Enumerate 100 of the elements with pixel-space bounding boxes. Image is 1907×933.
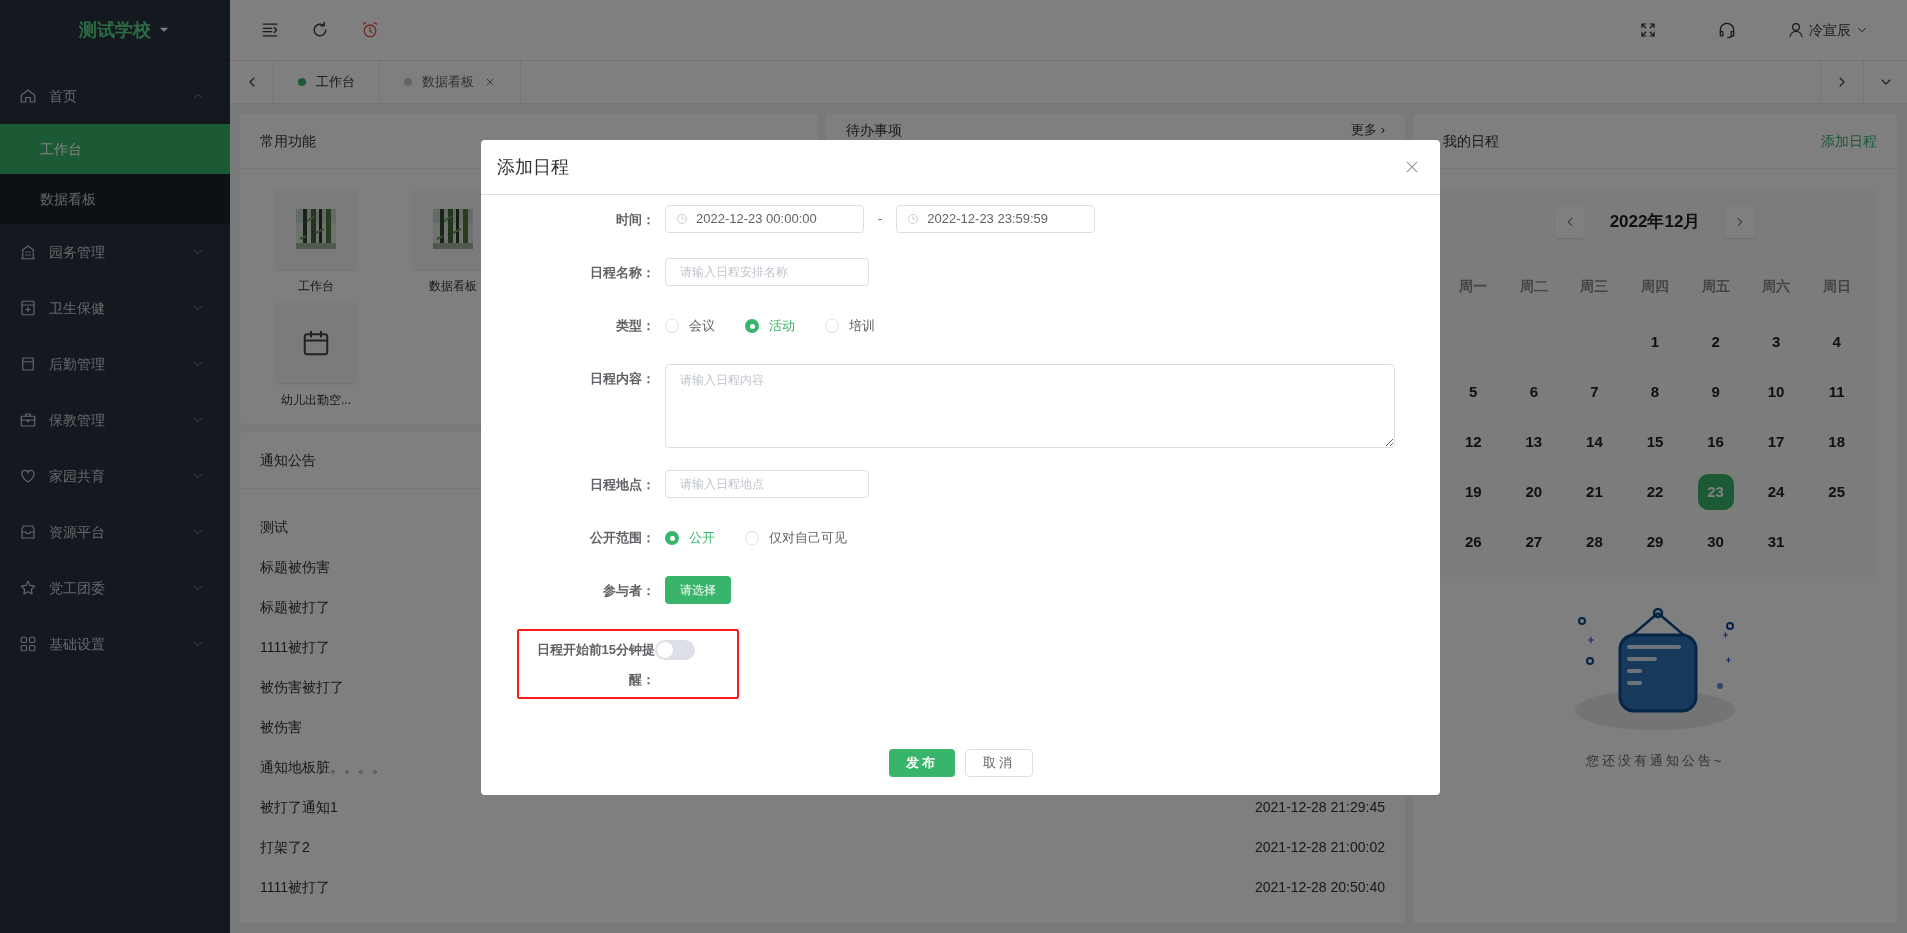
close-icon[interactable] xyxy=(1404,159,1420,175)
field-label: 日程开始前15分钟提醒： xyxy=(535,641,655,689)
menu-item[interactable]: 园务管理 xyxy=(0,224,230,280)
select-button[interactable]: 请选择 xyxy=(665,576,731,604)
menu-item[interactable]: 家园共育 xyxy=(0,448,230,504)
logo-text: 测试学校 xyxy=(79,18,151,42)
textarea-field[interactable]: 请输入日程内容 xyxy=(665,364,1395,448)
field-label: 日程地点： xyxy=(589,476,655,494)
date-field[interactable]: 2022-12-23 00:00:00 xyxy=(665,205,864,233)
radio-option[interactable]: 培训 xyxy=(825,316,875,336)
text-input[interactable]: 请输入日程地点 xyxy=(665,470,869,498)
calendar-day[interactable]: 17 xyxy=(1758,424,1795,460)
calendar-day[interactable]: 29 xyxy=(1637,524,1673,560)
date-field[interactable]: 2022-12-23 23:59:59 xyxy=(896,205,1096,233)
notice-title[interactable]: 标题被伤害 xyxy=(260,556,330,578)
tab[interactable]: 数据看板 xyxy=(380,61,521,103)
field-label: 类型： xyxy=(615,317,655,335)
calendar-day[interactable]: 8 xyxy=(1637,374,1673,410)
calendar-day[interactable]: 6 xyxy=(1515,374,1552,410)
shortcut-tile[interactable] xyxy=(276,303,356,383)
shortcut-tile[interactable] xyxy=(276,189,356,269)
calendar-day[interactable]: 24 xyxy=(1758,474,1795,510)
clock-icon xyxy=(676,213,688,225)
calendar-day[interactable]: 14 xyxy=(1576,424,1613,460)
calendar-day[interactable]: 11 xyxy=(1818,374,1855,410)
text-input[interactable]: 请输入日程安排名称 xyxy=(665,258,869,286)
shortcut-label: 幼儿出勤空... xyxy=(281,392,351,409)
calendar-day[interactable]: 21 xyxy=(1576,474,1613,510)
weekday-label: 周五 xyxy=(1700,276,1731,296)
notice-title[interactable]: 标题被打了 xyxy=(260,596,330,618)
fullscreen-icon[interactable] xyxy=(1639,21,1657,39)
calendar-day[interactable]: 7 xyxy=(1576,374,1613,410)
notice-title[interactable]: 被打了通知1 xyxy=(260,796,338,818)
notice-title[interactable]: 打架了2 xyxy=(260,836,310,858)
radio-option[interactable]: 仅对自己可见 xyxy=(745,528,847,548)
submenu-item[interactable]: 数据看板 xyxy=(0,174,230,224)
weekday-label: 周六 xyxy=(1761,276,1792,296)
headset-icon[interactable] xyxy=(1717,20,1737,40)
calendar-day[interactable]: 16 xyxy=(1697,424,1734,460)
calendar-day[interactable]: 3 xyxy=(1758,324,1795,360)
calendar-day[interactable]: 15 xyxy=(1637,424,1673,460)
notice-title[interactable]: 1111被打了 xyxy=(260,636,331,658)
calendar-day[interactable]: 31 xyxy=(1758,524,1795,560)
notice-title[interactable]: 被伤害 xyxy=(260,716,302,738)
card-title: 常用功能 xyxy=(260,131,316,151)
tab[interactable]: 工作台 xyxy=(274,61,380,103)
calendar-day[interactable]: 22 xyxy=(1637,474,1673,510)
close-icon[interactable] xyxy=(484,76,496,88)
radio-option[interactable]: 会议 xyxy=(665,316,715,336)
notice-title[interactable]: 被伤害被打了 xyxy=(260,676,344,698)
notice-time: 2021-12-28 21:29:45 xyxy=(1255,797,1385,817)
notice-title[interactable]: 测试 xyxy=(260,516,288,538)
calendar-day[interactable]: 13 xyxy=(1515,424,1552,460)
inbox-icon xyxy=(19,523,37,541)
calendar-day[interactable]: 28 xyxy=(1576,524,1613,560)
menu-item[interactable]: 保教管理 xyxy=(0,392,230,448)
calendar-day[interactable]: 9 xyxy=(1697,374,1734,410)
more-link[interactable]: 更多 › xyxy=(1351,120,1385,140)
calendar-day[interactable]: 27 xyxy=(1515,524,1552,560)
calendar-day[interactable]: 1 xyxy=(1637,324,1673,360)
weekday-label: 周日 xyxy=(1821,276,1852,296)
menu-item[interactable]: 卫生保健 xyxy=(0,280,230,336)
radio-option[interactable]: 活动 xyxy=(745,316,795,336)
clock-icon xyxy=(907,213,920,225)
weekday-label: 周一 xyxy=(1458,276,1489,296)
menu-item[interactable]: 资源平台 xyxy=(0,504,230,560)
cancel-button[interactable]: 取消 xyxy=(964,749,1033,777)
notice-time: 2021-12-28 20:50:40 xyxy=(1255,877,1385,897)
calendar-day[interactable]: 30 xyxy=(1697,524,1734,560)
radio-option[interactable]: 公开 xyxy=(665,528,715,548)
menu-item[interactable]: 后勤管理 xyxy=(0,336,230,392)
calendar-day[interactable]: 18 xyxy=(1818,424,1855,460)
grid-icon xyxy=(19,635,37,653)
calendar-day[interactable]: 2 xyxy=(1697,324,1734,360)
field-label: 日程内容： xyxy=(589,370,655,388)
range-separator: - xyxy=(877,210,884,229)
shortcut-label: 数据看板 xyxy=(429,278,477,295)
notice-title[interactable]: 通知地板脏。。。。 xyxy=(260,756,386,778)
menu-item[interactable]: 基础设置 xyxy=(0,616,230,672)
calendar-day[interactable]: 12 xyxy=(1455,424,1492,460)
month-title: 2022年12月 xyxy=(1608,211,1702,234)
alarm-clock-icon[interactable] xyxy=(360,20,380,40)
notice-title[interactable]: 1111被打了 xyxy=(260,876,331,898)
calendar-day[interactable]: 5 xyxy=(1455,374,1492,410)
calendar-day[interactable]: 19 xyxy=(1455,474,1492,510)
calendar-day[interactable]: 26 xyxy=(1455,524,1492,560)
building-icon xyxy=(19,243,37,261)
publish-button[interactable]: 发布 xyxy=(888,749,955,777)
calendar-day[interactable]: 25 xyxy=(1818,474,1855,510)
menu-item[interactable]: 党工团委 xyxy=(0,560,230,616)
heart-icon xyxy=(19,467,37,485)
toggle-switch[interactable] xyxy=(655,640,695,660)
calendar-day[interactable]: 20 xyxy=(1515,474,1552,510)
calendar-day[interactable]: 4 xyxy=(1818,324,1855,360)
field-label: 公开范围： xyxy=(589,529,655,547)
field-label: 参与者： xyxy=(602,582,655,600)
tray-icon xyxy=(19,355,37,373)
calendar-day[interactable]: 10 xyxy=(1758,374,1795,410)
menu-item[interactable]: 首页 xyxy=(0,68,230,124)
user-menu[interactable]: 冷宣辰 xyxy=(1787,19,1869,41)
